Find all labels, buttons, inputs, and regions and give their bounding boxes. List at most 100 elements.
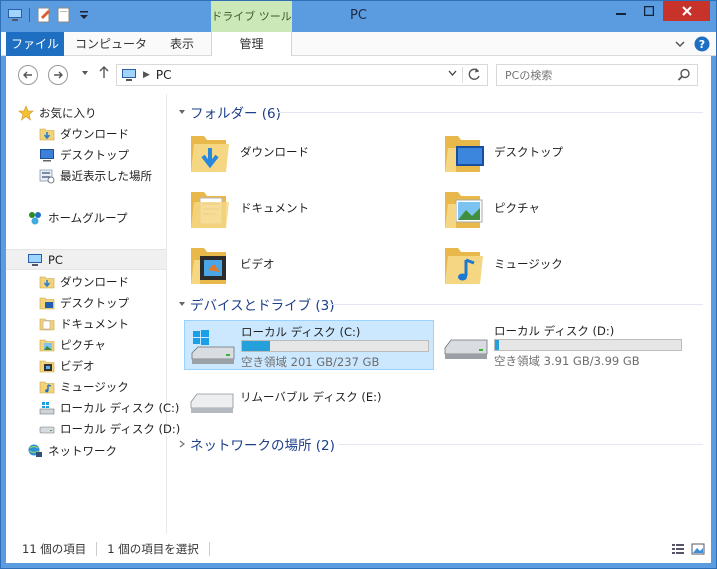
navigation-pane: お気に入り ダウンロード デスクトップ 最近表示した場所 ホームグループ PC xyxy=(6,94,180,534)
documents-folder-icon xyxy=(39,318,55,330)
back-button[interactable] xyxy=(18,65,38,85)
collapse-chevron-icon xyxy=(179,302,185,306)
search-box xyxy=(496,64,698,86)
sidebar-item-favorites[interactable]: お気に入り xyxy=(6,102,166,123)
svg-text:?: ? xyxy=(699,38,705,51)
folder-tile-music[interactable]: ミュージック xyxy=(442,240,563,288)
download-folder-icon xyxy=(39,276,55,288)
address-history-button[interactable] xyxy=(448,69,457,80)
sidebar-item-pc-drive-d[interactable]: ローカル ディスク (D:) xyxy=(6,418,180,439)
explorer-window: ドライブ ツール PC ファイル コンピューター 表示 管理 ? xyxy=(0,0,717,569)
ribbon-tabs: ファイル コンピューター 表示 管理 ? xyxy=(1,32,716,75)
sidebar-item-fav-recent[interactable]: 最近表示した場所 xyxy=(6,165,166,186)
tab-computer[interactable]: コンピューター xyxy=(71,32,151,75)
music-folder-icon xyxy=(39,381,55,393)
drive-usage-fill xyxy=(495,340,499,350)
refresh-icon xyxy=(468,68,480,80)
group-header-folders[interactable]: フォルダー (6) xyxy=(176,103,281,122)
back-arrow-icon xyxy=(23,71,32,79)
sidebar-item-network[interactable]: ネットワーク xyxy=(6,440,166,461)
forward-arrow-icon xyxy=(54,71,63,79)
details-view-icon[interactable] xyxy=(671,542,685,556)
sidebar-item-label: ネットワーク xyxy=(48,443,117,458)
sidebar-item-label: ダウンロード xyxy=(60,126,129,141)
sidebar-item-pc[interactable]: PC xyxy=(6,249,166,270)
network-icon xyxy=(28,444,42,457)
maximize-button[interactable] xyxy=(635,1,663,21)
sidebar-item-homegroup[interactable]: ホームグループ xyxy=(6,207,166,228)
pictures-folder-icon xyxy=(445,192,483,228)
breadcrumb-separator[interactable]: ▶ xyxy=(143,70,150,80)
folder-tile-label: ピクチャ xyxy=(494,201,540,215)
folder-tile-documents[interactable]: ドキュメント xyxy=(188,184,309,232)
status-selection: 1 個の項目を選択 xyxy=(107,542,199,556)
sidebar-item-label: デスクトップ xyxy=(60,147,129,162)
sidebar-item-label: ローカル ディスク (C:) xyxy=(60,400,180,415)
desktop-folder-icon xyxy=(39,297,55,309)
drive-name: リムーバブル ディスク (E:) xyxy=(240,390,382,404)
refresh-button[interactable] xyxy=(468,67,481,85)
removable-drive-icon xyxy=(190,393,234,413)
desktop-icon xyxy=(40,148,54,161)
sidebar-item-fav-downloads[interactable]: ダウンロード xyxy=(6,123,166,144)
group-divider xyxy=(338,444,703,445)
folder-tile-pictures[interactable]: ピクチャ xyxy=(442,184,540,232)
status-bar: 11 個の項目 1 個の項目を選択 xyxy=(6,535,711,563)
folder-tile-downloads[interactable]: ダウンロード xyxy=(188,128,309,176)
tab-view[interactable]: 表示 xyxy=(159,32,205,56)
up-button[interactable] xyxy=(98,65,110,83)
sidebar-item-label: ピクチャ xyxy=(60,337,106,352)
drive-icon xyxy=(39,426,55,433)
folder-tile-videos[interactable]: ビデオ xyxy=(188,240,275,288)
group-header-devices[interactable]: デバイスとドライブ (3) xyxy=(176,295,335,314)
star-icon xyxy=(18,104,34,121)
sidebar-item-pc-pictures[interactable]: ピクチャ xyxy=(6,334,166,355)
sidebar-item-label: ビデオ xyxy=(60,358,95,373)
sidebar-item-pc-music[interactable]: ミュージック xyxy=(6,376,166,397)
sidebar-item-label: ミュージック xyxy=(60,379,129,394)
group-header-label: デバイスとドライブ (3) xyxy=(190,298,335,314)
group-header-network[interactable]: ネットワークの場所 (2) xyxy=(176,435,335,454)
close-button[interactable] xyxy=(663,1,710,21)
documents-folder-icon xyxy=(191,192,229,228)
folder-tile-label: ビデオ xyxy=(240,257,275,271)
sidebar-item-pc-documents[interactable]: ドキュメント xyxy=(6,313,166,334)
minimize-button[interactable] xyxy=(607,1,635,21)
title-bar: ドライブ ツール PC xyxy=(1,1,716,32)
folder-tile-desktop[interactable]: デスクトップ xyxy=(442,128,563,176)
sidebar-item-pc-drive-c[interactable]: ローカル ディスク (C:) xyxy=(6,397,179,418)
breadcrumb-pc[interactable]: PC xyxy=(156,68,172,82)
drive-tile-e[interactable]: リムーバブル ディスク (E:) xyxy=(184,380,434,420)
search-input[interactable] xyxy=(497,68,667,82)
recent-locations-button[interactable] xyxy=(81,69,89,79)
drive-usage-fill xyxy=(242,341,270,351)
chevron-down-icon xyxy=(82,71,88,75)
drive-usage-bar xyxy=(494,339,682,351)
large-icons-view-icon[interactable] xyxy=(691,542,705,556)
system-drive-icon xyxy=(191,330,235,364)
drive-tile-c[interactable]: ローカル ディスク (C:) 空き領域 201 GB/237 GB xyxy=(184,320,434,370)
chevron-down-icon xyxy=(448,70,457,76)
sidebar-item-pc-videos[interactable]: ビデオ xyxy=(6,355,166,376)
tab-manage[interactable]: 管理 xyxy=(211,32,292,57)
status-divider xyxy=(96,542,98,556)
sidebar-item-pc-downloads[interactable]: ダウンロード xyxy=(6,271,166,292)
close-icon xyxy=(681,6,692,16)
group-divider xyxy=(278,112,703,113)
sidebar-item-label: デスクトップ xyxy=(60,295,129,310)
sidebar-item-label: お気に入り xyxy=(39,105,97,120)
search-icon[interactable] xyxy=(677,68,691,82)
minimize-icon xyxy=(616,13,626,15)
system-drive-icon xyxy=(39,401,55,414)
download-folder-icon xyxy=(39,128,55,140)
drive-tile-d[interactable]: ローカル ディスク (D:) 空き領域 3.91 GB/3.99 GB xyxy=(438,320,688,370)
recent-places-icon xyxy=(39,169,55,183)
forward-button[interactable] xyxy=(48,65,68,85)
expand-ribbon-icon[interactable] xyxy=(674,38,686,50)
expand-chevron-icon xyxy=(179,440,185,448)
sidebar-item-fav-desktop[interactable]: デスクトップ xyxy=(6,144,166,165)
address-bar[interactable]: ▶ PC xyxy=(116,64,488,86)
help-icon[interactable]: ? xyxy=(694,36,710,52)
tab-file[interactable]: ファイル xyxy=(6,32,64,56)
sidebar-item-pc-desktop[interactable]: デスクトップ xyxy=(6,292,166,313)
